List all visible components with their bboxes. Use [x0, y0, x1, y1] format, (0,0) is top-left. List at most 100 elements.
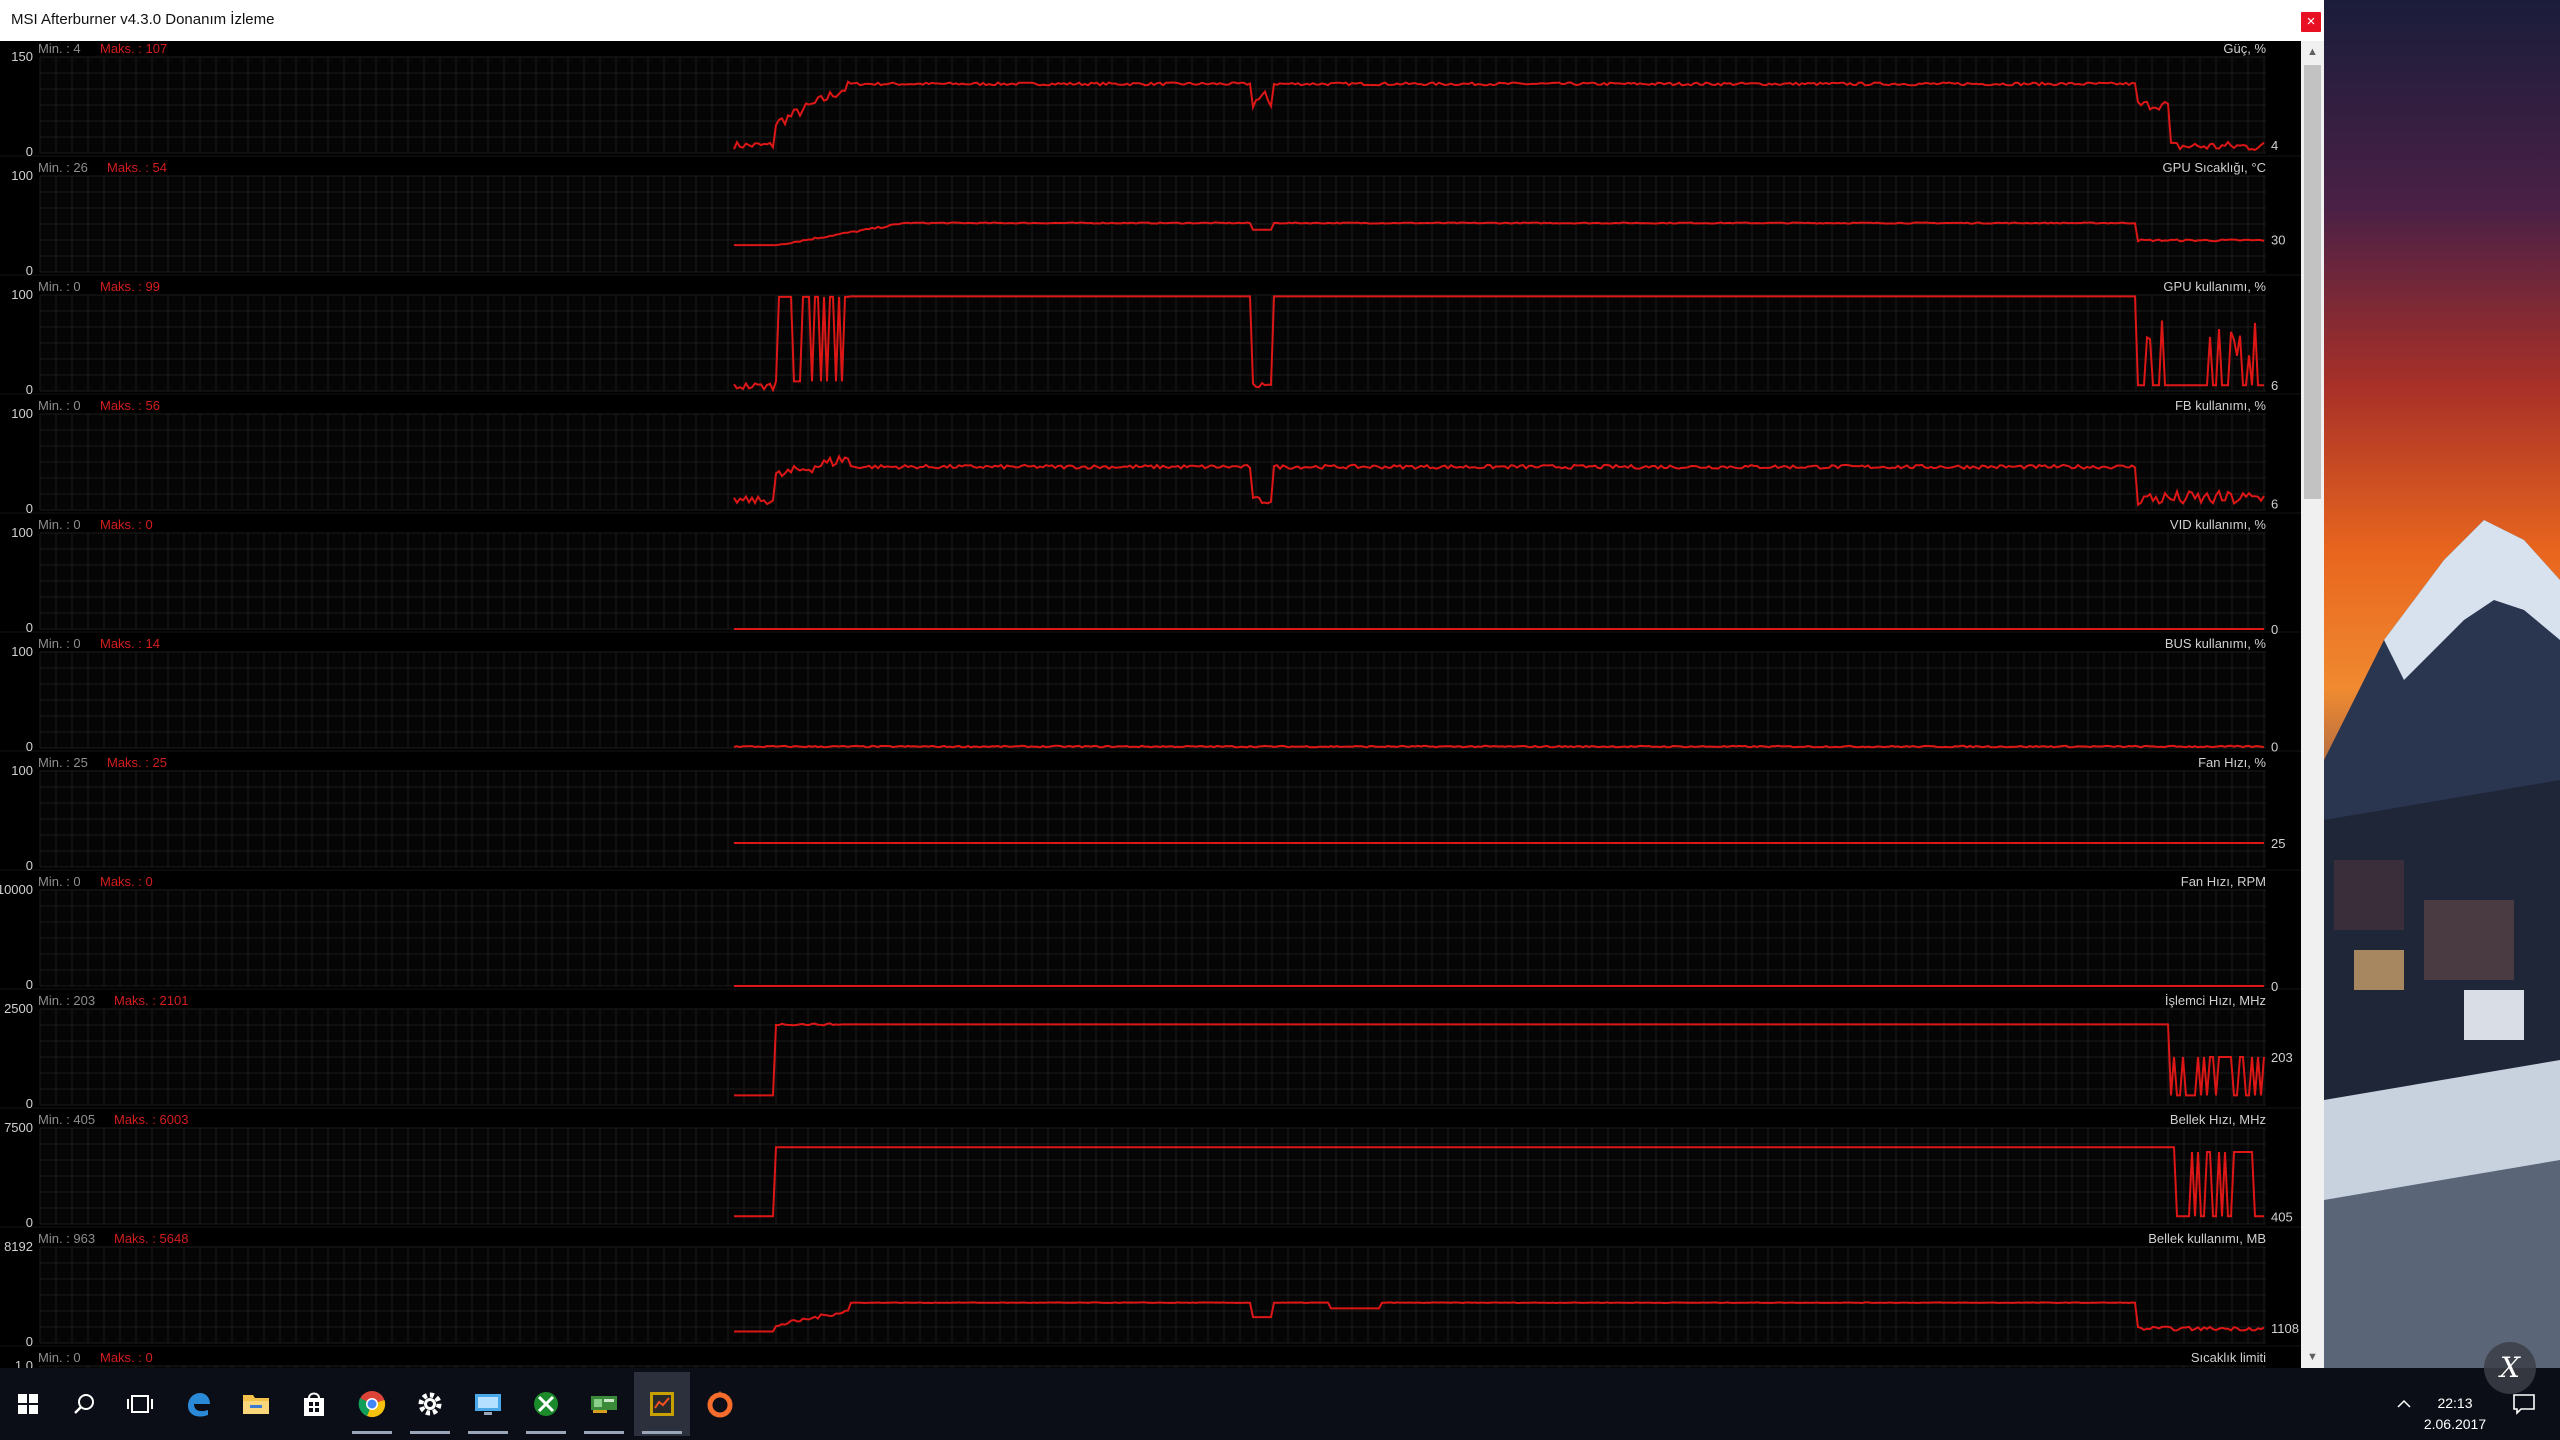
graph-min-label: Min. : 25 — [38, 755, 88, 770]
graph-axis-top: 8192 — [4, 1239, 33, 1254]
graph-axis-bottom: 0 — [26, 501, 33, 516]
graph-min-label: Min. : 4 — [38, 41, 81, 56]
graph-axis-bottom: 0 — [26, 144, 33, 159]
graph-12: Min. : 0 Maks. : 0 Sıcaklık limiti 1.0 — [15, 1350, 2266, 1368]
scroll-down-arrow-icon[interactable]: ▼ — [2301, 1346, 2324, 1368]
xbox-icon — [534, 1392, 558, 1416]
graph-axis-top: 2500 — [4, 1001, 33, 1016]
graph-min-label: Min. : 203 — [38, 993, 95, 1008]
graph-axis-top: 1.0 — [15, 1358, 33, 1368]
taskbar-clock[interactable]: 22:13 2.06.2017 — [2395, 1393, 2515, 1435]
graph-current-value: 30 — [2271, 233, 2285, 248]
graph-name-label: GPU Sıcaklığı, °C — [2163, 160, 2266, 175]
origin-button[interactable] — [692, 1372, 748, 1436]
graph-name-label: Sıcaklık limiti — [2191, 1350, 2266, 1365]
graph-10: Min. : 405 Maks. : 6003 Bellek Hızı, MHz 75… — [0, 1112, 2301, 1230]
start-button[interactable] — [0, 1372, 56, 1436]
graph-current-value: 0 — [2271, 979, 2278, 994]
desktop-wallpaper — [2324, 0, 2560, 1378]
graph-axis-bottom: 0 — [26, 977, 33, 992]
graph-min-label: Min. : 0 — [38, 636, 81, 651]
monitor-app-icon — [475, 1394, 501, 1415]
graph-name-label: İşlemci Hızı, MHz — [2165, 993, 2266, 1008]
running-indicator — [642, 1431, 682, 1434]
search-icon — [74, 1394, 94, 1414]
file-explorer-button[interactable] — [228, 1372, 284, 1436]
chrome-icon — [358, 1391, 386, 1418]
running-indicator — [526, 1431, 566, 1434]
graph-9: Min. : 203 Maks. : 2101 İşlemci Hızı, MHz 2… — [0, 993, 2301, 1111]
edge-button[interactable] — [170, 1372, 226, 1436]
running-indicator — [410, 1431, 450, 1434]
vertical-scrollbar[interactable]: ▲ ▼ — [2301, 41, 2324, 1368]
graph-current-value: 203 — [2271, 1050, 2293, 1065]
afterburner-icon — [650, 1392, 674, 1416]
graph-current-value: 4 — [2271, 138, 2278, 153]
gear-icon — [418, 1392, 442, 1416]
running-indicator — [468, 1431, 508, 1434]
graph-min-label: Min. : 0 — [38, 517, 81, 532]
windows-logo-icon — [18, 1394, 38, 1414]
graph-2: Min. : 26 Maks. : 54 GPU Sıcaklığı, °C 100 0… — [0, 160, 2301, 278]
running-indicator — [352, 1431, 392, 1434]
graph-max-label: Maks. : 54 — [107, 160, 167, 175]
graph-4: Min. : 0 Maks. : 56 FB kullanımı, % 100 0 6 — [0, 398, 2301, 516]
graph-max-label: Maks. : 2101 — [114, 993, 188, 1008]
chrome-button[interactable] — [344, 1372, 400, 1436]
graph-max-label: Maks. : 25 — [107, 755, 167, 770]
graph-axis-top: 7500 — [4, 1120, 33, 1135]
app-button-1[interactable] — [460, 1372, 516, 1436]
gpu-app-button[interactable] — [576, 1372, 632, 1436]
search-button[interactable] — [56, 1372, 112, 1436]
xbox-button[interactable] — [518, 1372, 574, 1436]
graph-axis-top: 100 — [11, 644, 33, 659]
clock-time: 22:13 — [2437, 1395, 2473, 1411]
graph-current-value: 6 — [2271, 497, 2278, 512]
store-icon — [304, 1392, 324, 1416]
edge-icon — [188, 1393, 210, 1417]
graph-6: Min. : 0 Maks. : 14 BUS kullanımı, % 100 0 0 — [0, 636, 2301, 754]
scrollbar-thumb[interactable] — [2304, 65, 2321, 499]
graph-axis-top: 10000 — [0, 882, 33, 897]
graph-name-label: VID kullanımı, % — [2170, 517, 2267, 532]
notification-icon — [2513, 1394, 2535, 1415]
graph-11: Min. : 963 Maks. : 5648 Bellek kullanımı, … — [0, 1231, 2301, 1349]
hardware-monitor-graphs[interactable]: Min. : 4 Maks. : 107 Güç, % 150 0 4 Min. : 26 M… — [0, 41, 2301, 1368]
folder-icon — [243, 1395, 269, 1414]
graph-name-label: Fan Hızı, RPM — [2181, 874, 2266, 889]
graph-max-label: Maks. : 5648 — [114, 1231, 188, 1246]
graph-current-value: 405 — [2271, 1209, 2293, 1224]
graphics-card-icon — [591, 1396, 617, 1413]
graph-name-label: FB kullanımı, % — [2175, 398, 2266, 413]
graph-name-label: GPU kullanımı, % — [2163, 279, 2266, 294]
settings-button[interactable] — [402, 1372, 458, 1436]
graph-axis-top: 150 — [11, 49, 33, 64]
scroll-up-arrow-icon[interactable]: ▲ — [2301, 41, 2324, 63]
task-view-button[interactable] — [112, 1372, 168, 1436]
graph-min-label: Min. : 0 — [38, 279, 81, 294]
graph-max-label: Maks. : 0 — [100, 517, 153, 532]
origin-icon — [707, 1391, 733, 1418]
graph-max-label: Maks. : 0 — [100, 874, 153, 889]
graph-axis-bottom: 0 — [26, 1096, 33, 1111]
graph-max-label: Maks. : 99 — [100, 279, 160, 294]
title-bar[interactable]: MSI Afterburner v4.3.0 Donanım İzleme × — [0, 0, 2324, 42]
graph-min-label: Min. : 405 — [38, 1112, 95, 1127]
window-title: MSI Afterburner v4.3.0 Donanım İzleme — [11, 11, 275, 28]
graph-max-label: Maks. : 56 — [100, 398, 160, 413]
graph-axis-top: 100 — [11, 168, 33, 183]
graph-current-value: 0 — [2271, 739, 2278, 754]
graph-axis-bottom: 0 — [26, 1215, 33, 1230]
graph-axis-top: 100 — [11, 763, 33, 778]
graph-current-value: 1108 — [2271, 1321, 2299, 1336]
store-button[interactable] — [286, 1372, 342, 1436]
afterburner-window: MSI Afterburner v4.3.0 Donanım İzleme × … — [0, 0, 2324, 1368]
graph-name-label: BUS kullanımı, % — [2165, 636, 2267, 651]
graph-axis-bottom: 0 — [26, 263, 33, 278]
floating-assistant-icon[interactable]: X — [2484, 1342, 2536, 1394]
close-button[interactable]: × — [2301, 12, 2321, 32]
afterburner-button[interactable] — [634, 1372, 690, 1436]
graph-current-value: 0 — [2271, 622, 2278, 637]
graph-axis-bottom: 0 — [26, 739, 33, 754]
graph-min-label: Min. : 0 — [38, 874, 81, 889]
